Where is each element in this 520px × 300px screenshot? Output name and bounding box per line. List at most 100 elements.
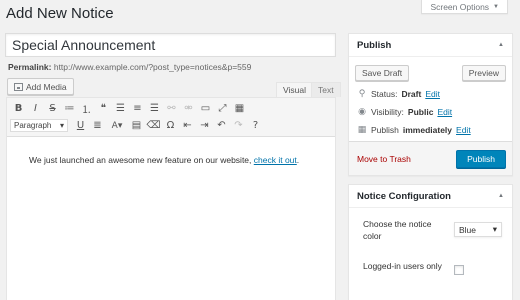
publish-button[interactable]: Publish	[456, 149, 506, 168]
add-media-label: Add Media	[26, 81, 67, 92]
permalink-url[interactable]: http://www.example.com/?post_type=notice…	[54, 62, 252, 72]
collapse-icon[interactable]: ▲	[498, 193, 504, 199]
text-color-icon[interactable]: A▾	[106, 118, 128, 133]
outdent-glyph: ⇤	[183, 120, 192, 131]
numbered-list-glyph: ⒈	[81, 105, 92, 116]
tab-text[interactable]: Text	[311, 82, 341, 97]
special-character-icon[interactable]: Ω	[162, 118, 179, 133]
visibility-value: Public	[407, 107, 434, 117]
config-box-title: Notice Configuration	[357, 190, 451, 202]
justify-glyph: ≣	[93, 120, 102, 131]
insert-link-glyph: ⚯	[167, 103, 176, 114]
align-center-glyph: ≡	[133, 103, 142, 114]
outdent-icon[interactable]: ⇤	[179, 118, 196, 133]
schedule-row: ▦ Publish immediately Edit	[349, 121, 512, 139]
blockquote-glyph: ❝	[100, 103, 107, 114]
underline-glyph: U	[76, 120, 85, 131]
publish-box: Publish ▲ Save Draft Preview ⚲ Status: D…	[348, 33, 513, 176]
visibility-label: Visibility:	[371, 107, 404, 117]
publish-actions: Save Draft Preview	[349, 57, 512, 85]
redo-icon[interactable]: ↷	[230, 118, 247, 133]
special-character-glyph: Ω	[166, 120, 175, 131]
screen-options-label: Screen Options	[430, 1, 490, 12]
post-title-input[interactable]: Special Announcement	[5, 33, 336, 57]
bullet-list-icon[interactable]: ≔	[61, 101, 78, 116]
format-select[interactable]: Paragraph ▾	[10, 119, 68, 132]
status-value: Draft	[401, 89, 422, 99]
notice-config-box: Notice Configuration ▲ Choose the notice…	[348, 184, 513, 300]
text-color-glyph: A▾	[111, 120, 123, 131]
strikethrough-glyph: S	[49, 103, 56, 114]
tab-visual[interactable]: Visual	[276, 82, 313, 97]
bullet-list-glyph: ≔	[64, 103, 75, 114]
eye-icon: ◉	[358, 107, 366, 117]
edit-visibility-link[interactable]: Edit	[437, 107, 452, 117]
bold-glyph: B	[14, 103, 23, 114]
undo-glyph: ↶	[217, 120, 226, 131]
media-icon	[14, 82, 23, 91]
edit-status-link[interactable]: Edit	[425, 89, 440, 99]
italic-icon[interactable]: I	[27, 101, 44, 116]
collapse-icon[interactable]: ▲	[498, 42, 504, 48]
toolbar-toggle-icon[interactable]: ▦	[231, 101, 248, 116]
editor-body[interactable]: We just launched an awesome new feature …	[7, 137, 335, 183]
bold-icon[interactable]: B	[10, 101, 27, 116]
preview-button[interactable]: Preview	[461, 65, 506, 81]
format-select-value: Paragraph	[14, 121, 52, 130]
chevron-down-icon: ▾	[492, 224, 497, 234]
align-left-icon[interactable]: ☰	[112, 101, 129, 116]
paste-text-icon[interactable]: ▤	[128, 118, 145, 133]
color-label: Choose the notice color	[363, 219, 432, 241]
align-left-glyph: ☰	[116, 103, 125, 114]
page-title: Add New Notice	[6, 5, 114, 22]
clear-formatting-icon[interactable]: ⌫	[145, 118, 162, 133]
italic-glyph: I	[34, 103, 37, 114]
justify-icon[interactable]: ≣	[89, 118, 106, 133]
undo-icon[interactable]: ↶	[213, 118, 230, 133]
clear-formatting-glyph: ⌫	[146, 120, 161, 131]
publish-value: immediately	[402, 125, 453, 135]
permalink: Permalink: http://www.example.com/?post_…	[8, 62, 251, 72]
read-more-icon[interactable]: ▭	[197, 101, 214, 116]
remove-link-icon[interactable]: ⚮	[180, 101, 197, 116]
indent-icon[interactable]: ⇥	[196, 118, 213, 133]
chevron-down-icon: ▾	[59, 121, 64, 130]
move-to-trash-link[interactable]: Move to Trash	[357, 154, 411, 164]
strikethrough-icon[interactable]: S	[44, 101, 61, 116]
config-box-header[interactable]: Notice Configuration ▲	[349, 185, 512, 208]
color-select-value: Blue	[459, 224, 477, 235]
help-icon[interactable]: ?	[247, 118, 264, 133]
blockquote-icon[interactable]: ❝	[95, 101, 112, 116]
align-right-glyph: ☰	[150, 103, 159, 114]
screen-options-button[interactable]: Screen Options ▼	[421, 0, 508, 14]
permalink-label: Permalink:	[8, 62, 52, 72]
content-link[interactable]: check it out	[254, 155, 297, 165]
insert-link-icon[interactable]: ⚯	[163, 101, 180, 116]
publish-box-title: Publish	[357, 39, 392, 51]
fullscreen-icon[interactable]: ⤢	[214, 101, 231, 116]
toolbar-toggle-glyph: ▦	[234, 103, 245, 114]
publish-footer: Move to Trash Publish	[349, 141, 512, 175]
indent-glyph: ⇥	[200, 120, 209, 131]
calendar-icon: ▦	[357, 125, 367, 135]
editor-toolbar: B I S ≔ ⒈ ❝ ☰ ≡ ☰ ⚯ ⚮ ▭ ⤢ ▦ Paragraph ▾ U ≣ A▾ ▤ ⌫ Ω ⇤ ⇥ ↶ ↷?	[7, 98, 335, 137]
edit-schedule-link[interactable]: Edit	[456, 125, 471, 135]
content-editor: B I S ≔ ⒈ ❝ ☰ ≡ ☰ ⚯ ⚮ ▭ ⤢ ▦ Paragraph ▾ U ≣ A▾ ▤ ⌫ Ω ⇤ ⇥ ↶ ↷? …	[6, 97, 336, 300]
add-media-button[interactable]: Add Media	[7, 78, 74, 95]
remove-link-glyph: ⚮	[184, 103, 193, 114]
underline-icon[interactable]: U	[72, 118, 89, 133]
save-draft-button[interactable]: Save Draft	[355, 65, 410, 81]
color-select[interactable]: Blue ▾	[454, 222, 502, 237]
pin-icon: ⚲	[358, 89, 366, 99]
publish-box-header[interactable]: Publish ▲	[349, 34, 512, 57]
align-center-icon[interactable]: ≡	[129, 101, 146, 116]
numbered-list-icon[interactable]: ⒈	[78, 101, 95, 116]
paste-text-glyph: ▤	[131, 120, 142, 131]
content-end: .	[296, 155, 300, 165]
publish-label: Publish	[371, 125, 399, 135]
help-glyph: ?	[252, 120, 259, 131]
align-right-icon[interactable]: ☰	[146, 101, 163, 116]
chevron-down-icon: ▼	[493, 3, 499, 10]
toolbar-row-2: Paragraph ▾ U ≣ A▾ ▤ ⌫ Ω ⇤ ⇥ ↶ ↷?	[10, 117, 332, 134]
logged-in-checkbox[interactable]	[454, 265, 464, 275]
